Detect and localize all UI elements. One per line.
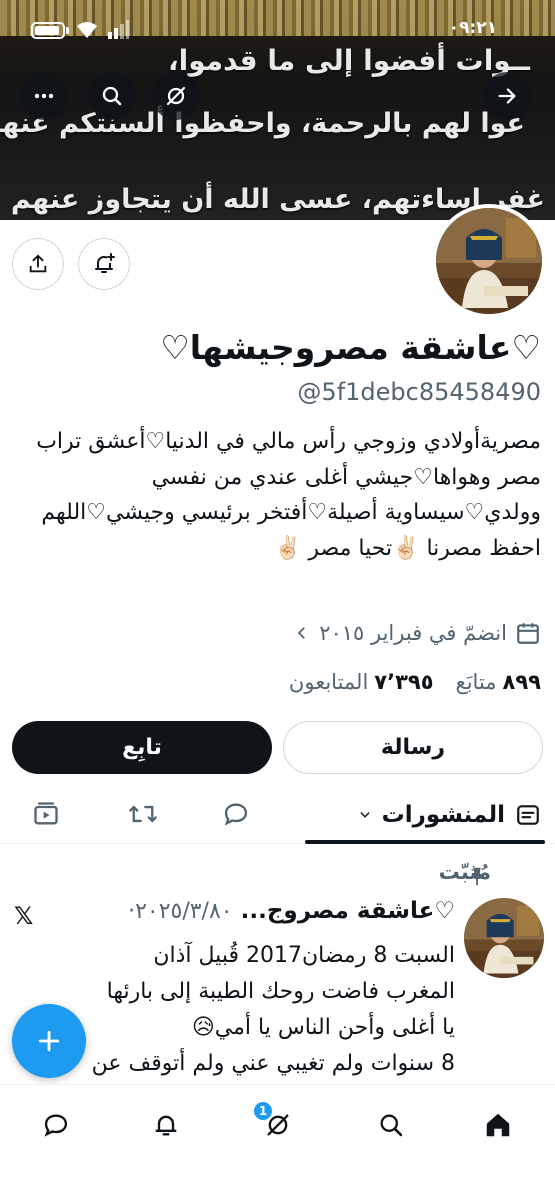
battery-icon — [31, 22, 65, 39]
back-arrow-icon — [498, 88, 516, 104]
nav-search[interactable] — [371, 1105, 411, 1145]
join-date-text: انضمّ في فبراير ٢٠١٥ — [319, 621, 507, 645]
home-icon — [486, 1113, 510, 1137]
username-handle: @5f1debc85458490 — [297, 378, 541, 406]
following-count: ٨٩٩ — [502, 670, 541, 694]
post-header: ♡عاشقة مصروج... ٢٠٢٥/٣/٨٠· — [128, 898, 455, 924]
search-button[interactable] — [88, 72, 136, 120]
x-logo-icon: 𝕏 — [14, 902, 34, 930]
signal-icon — [108, 20, 129, 39]
status-bar: ٠٩:٢١ — [0, 0, 555, 56]
nav-badge: 1 — [254, 1102, 272, 1120]
media-icon[interactable] — [32, 800, 60, 828]
bell-icon — [155, 1115, 177, 1136]
share-icon — [29, 254, 47, 273]
hide-button[interactable] — [152, 72, 200, 120]
more-icon — [34, 93, 54, 99]
following-label: متابَع — [455, 670, 497, 694]
post-text-line: 8 سنوات ولم تغيبي عني ولم أتوقف عن — [91, 1051, 455, 1076]
chevron-down-icon — [360, 812, 370, 818]
active-tab-indicator — [305, 840, 545, 844]
avatar-image — [464, 898, 544, 978]
search-icon — [102, 86, 122, 106]
more-button[interactable] — [20, 72, 68, 120]
repost-icon[interactable] — [128, 800, 158, 828]
messages-icon — [44, 1114, 68, 1137]
calendar-icon — [517, 623, 539, 644]
wifi-icon — [77, 22, 97, 38]
profile-bio: مصريةأولادي وزوجي رأس مالي في الدنيا♡أعش… — [36, 429, 541, 561]
status-clock: ٠٩:٢١ — [448, 18, 497, 38]
post-text-line: السبت 8 رمضان2017 قُبيل آذان — [153, 943, 455, 968]
followers-link[interactable]: ٧٬٣٩٥المتابعون — [289, 670, 434, 694]
back-button[interactable] — [483, 72, 531, 120]
tab-posts-label: المنشورات — [381, 802, 505, 828]
notify-icon — [95, 253, 115, 273]
post-text-line: يا أغلى وأحن الناس يا أمي😥 — [191, 1015, 455, 1040]
post-author-name[interactable]: ♡عاشقة مصروج... — [241, 898, 455, 924]
follow-button[interactable]: تابِع — [12, 721, 272, 774]
post-text[interactable]: السبت 8 رمضان2017 قُبيل آذان المغرب فاضت… — [65, 938, 455, 1084]
battery-tip — [66, 27, 69, 34]
nav-home[interactable] — [478, 1105, 518, 1145]
chevron-icon — [297, 627, 306, 639]
join-date: انضمّ في فبراير ٢٠١٥ — [293, 620, 541, 646]
following-link[interactable]: ٨٩٩متابَع — [456, 670, 541, 694]
bottom-nav: 1 — [0, 1084, 555, 1160]
display-name: ♡عاشقة مصروجيشها♡ — [160, 328, 541, 367]
banner-text-line: عوا لهم بالرحمة، واحفظوا ألسنتكم عنهم، — [0, 108, 525, 139]
hide-icon — [166, 86, 186, 106]
pin-icon — [470, 867, 484, 886]
nav-messages[interactable] — [36, 1105, 76, 1145]
notify-button[interactable] — [78, 238, 130, 290]
posts-icon — [517, 805, 539, 825]
search-icon — [380, 1114, 403, 1137]
profile-tabs: المنشورات — [0, 786, 555, 844]
followers-label: المتابعون — [288, 670, 369, 694]
followers-count: ٧٬٣٩٥ — [374, 670, 434, 694]
post-text-line: المغرب فاضت روحك الطيبة إلى بارئها — [106, 979, 455, 1004]
message-button[interactable]: رسالة — [283, 721, 543, 774]
nav-notifications[interactable] — [146, 1105, 186, 1145]
share-button[interactable] — [12, 238, 64, 290]
follow-stats: ٨٩٩متابَع ٧٬٣٩٥المتابعون — [289, 670, 541, 694]
profile-avatar[interactable] — [432, 204, 546, 318]
tab-posts[interactable]: المنشورات — [358, 786, 541, 844]
avatar-image — [436, 208, 542, 314]
post-author-avatar[interactable] — [464, 898, 544, 978]
gesture-area — [0, 1160, 555, 1200]
compose-button[interactable] — [12, 1004, 86, 1078]
reply-icon[interactable] — [222, 800, 250, 828]
compose-icon — [38, 1030, 60, 1052]
post-date[interactable]: ٢٠٢٥/٣/٨٠· — [128, 899, 233, 924]
